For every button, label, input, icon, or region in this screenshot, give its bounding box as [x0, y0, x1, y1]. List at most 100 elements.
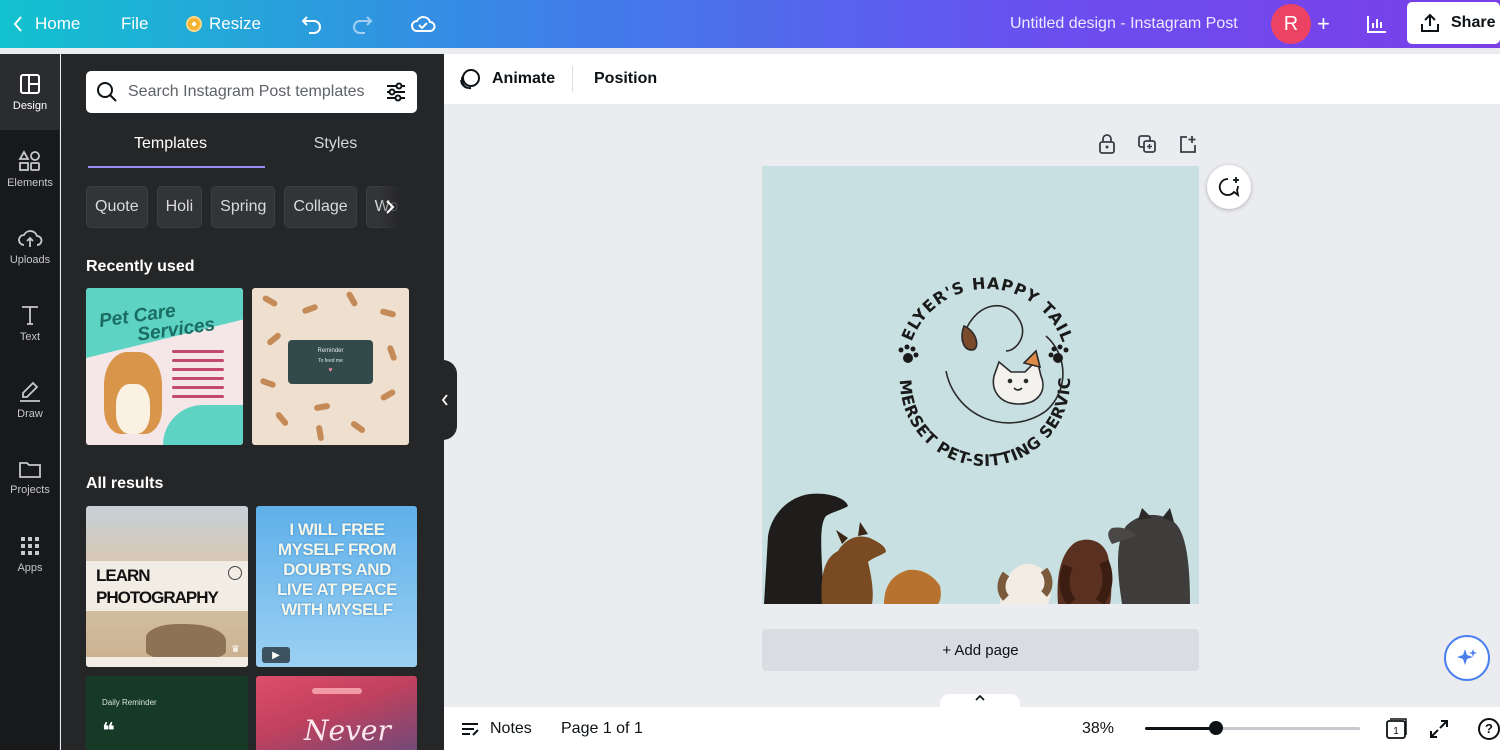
help-button[interactable]: ? — [1478, 707, 1500, 750]
rail-item-design[interactable]: Design — [0, 54, 60, 130]
templates-panel: Search Instagram Post templates Template… — [61, 54, 444, 750]
filter-chips: Quote Holi Spring Collage Wom — [86, 186, 417, 228]
help-icon: ? — [1478, 717, 1500, 740]
thumb-script-text: Never — [304, 714, 391, 747]
thumb-headline: LEARN — [96, 566, 151, 585]
tab-templates[interactable]: Templates — [88, 132, 253, 168]
footer-bar: Notes Page 1 of 1 38% 1 ? — [444, 707, 1500, 750]
magic-assistant-button[interactable] — [1444, 635, 1490, 681]
services-list — [172, 350, 238, 404]
tab-styles[interactable]: Styles — [253, 132, 418, 168]
notes-icon — [462, 722, 479, 736]
page-count-icon[interactable]: 1 — [1384, 707, 1408, 750]
avatar[interactable]: R — [1271, 4, 1311, 44]
bone-shape — [313, 402, 331, 412]
bone-shape — [265, 331, 283, 347]
search-input[interactable]: Search Instagram Post templates — [86, 71, 417, 113]
lock-icon[interactable] — [1098, 134, 1116, 154]
reminder-card-title: Reminder — [317, 348, 344, 354]
dog-cat-outline-icon — [945, 305, 1064, 424]
template-thumb-never[interactable]: Never — [256, 676, 417, 750]
thumb-shape — [163, 405, 243, 445]
rail-label-design: Design — [12, 99, 48, 112]
bone-shape — [349, 419, 367, 435]
resize-label: Resize — [209, 14, 261, 33]
search-icon — [97, 82, 117, 102]
add-comment-button[interactable] — [1207, 165, 1251, 209]
upload-cloud-icon — [18, 229, 43, 247]
bone-shape — [274, 410, 290, 428]
bone-shape — [386, 344, 398, 362]
thumb-quote: I WILL FREE MYSELF FROM DOUBTS AND LIVE … — [276, 520, 398, 619]
dogs-photo — [764, 493, 1190, 604]
template-thumb-free-myself[interactable]: I WILL FREE MYSELF FROM DOUBTS AND LIVE … — [256, 506, 417, 667]
search-placeholder: Search Instagram Post templates — [128, 83, 365, 100]
bone-shape — [345, 290, 359, 308]
rail-item-elements[interactable]: Elements — [0, 131, 60, 207]
rock-image — [146, 624, 226, 658]
thumb-headline: PHOTOGRAPHY — [96, 588, 219, 607]
thumb-pill — [312, 688, 362, 694]
video-play-icon: ▶ — [262, 647, 290, 663]
rail-label-uploads: Uploads — [9, 253, 51, 266]
all-results-heading: All results — [86, 475, 164, 492]
filter-sliders-icon[interactable] — [385, 82, 407, 102]
paw-print-icon — [898, 344, 1069, 363]
zoom-slider[interactable] — [1145, 721, 1360, 735]
rail-item-uploads[interactable]: Uploads — [0, 208, 60, 284]
rail-label-apps: Apps — [17, 561, 43, 574]
chip-holi[interactable]: Holi — [156, 186, 203, 228]
rail-item-projects[interactable]: Projects — [0, 439, 60, 515]
redo-icon[interactable] — [350, 0, 374, 48]
chips-next-chevron-icon[interactable] — [379, 186, 417, 228]
active-tab-indicator — [88, 166, 265, 168]
design-icon — [20, 73, 40, 94]
thumb-caption: Daily Reminder — [102, 698, 157, 707]
add-collaborator-button[interactable]: + — [1317, 0, 1330, 48]
zoom-slider-fill — [1145, 727, 1216, 730]
share-button[interactable]: Share — [1407, 2, 1500, 44]
chip-quote[interactable]: Quote — [86, 186, 148, 228]
design-title[interactable]: Untitled design - Instagram Post — [1010, 0, 1238, 48]
add-page-icon[interactable] — [1178, 134, 1198, 154]
rail-item-text[interactable]: Text — [0, 285, 60, 361]
share-label: Share — [1451, 14, 1496, 31]
add-page-button[interactable]: + Add page — [762, 629, 1199, 671]
draw-icon — [20, 381, 40, 402]
chip-spring[interactable]: Spring — [211, 186, 276, 228]
template-thumb-daily-reminder[interactable]: Daily Reminder ❝ — [86, 676, 248, 750]
resize-button[interactable]: Resize — [186, 0, 261, 48]
home-button[interactable]: Home — [35, 0, 80, 48]
duplicate-page-icon[interactable] — [1137, 134, 1157, 154]
file-menu-button[interactable]: File — [121, 0, 148, 48]
logo-artwork: HELYER'S HAPPY TAILS SOMERSET PET-SITTIN… — [762, 166, 1190, 604]
template-thumb-pet-care[interactable]: Pet Care Services — [86, 288, 243, 445]
page-indicator[interactable]: Page 1 of 1 — [561, 707, 643, 750]
rail-item-draw[interactable]: Draw — [0, 362, 60, 438]
recently-used-heading: Recently used — [86, 258, 195, 275]
zoom-slider-knob[interactable] — [1208, 721, 1223, 735]
collapse-panel-chevron-icon[interactable] — [433, 360, 457, 440]
notes-button[interactable]: Notes — [460, 707, 532, 750]
chip-collage[interactable]: Collage — [284, 186, 357, 228]
back-chevron-icon[interactable] — [6, 0, 30, 48]
show-pages-chevron-icon[interactable] — [940, 694, 1020, 708]
fullscreen-icon[interactable] — [1428, 707, 1450, 750]
zoom-value[interactable]: 38% — [1082, 707, 1114, 750]
undo-icon[interactable] — [300, 0, 324, 48]
rail-item-apps[interactable]: Apps — [0, 516, 60, 592]
animate-button[interactable]: Animate — [458, 54, 555, 104]
design-canvas[interactable]: HELYER'S HAPPY TAILS SOMERSET PET-SITTIN… — [762, 166, 1199, 604]
position-button[interactable]: Position — [594, 54, 657, 104]
rail-label-elements: Elements — [7, 176, 53, 189]
insights-chart-icon[interactable] — [1366, 0, 1388, 48]
context-toolbar: Animate Position — [444, 54, 1500, 104]
template-thumb-reminder-bones[interactable]: Reminder To feed me ♥ — [252, 288, 409, 445]
canvas-actions — [1098, 134, 1198, 154]
elements-icon — [18, 149, 40, 171]
bone-shape — [259, 377, 277, 389]
bone-shape — [379, 308, 397, 318]
template-thumb-learn-photography[interactable]: LEARN PHOTOGRAPHY ♛ — [86, 506, 248, 667]
cloud-saved-icon[interactable] — [410, 0, 436, 48]
corgi-chest — [116, 384, 150, 434]
